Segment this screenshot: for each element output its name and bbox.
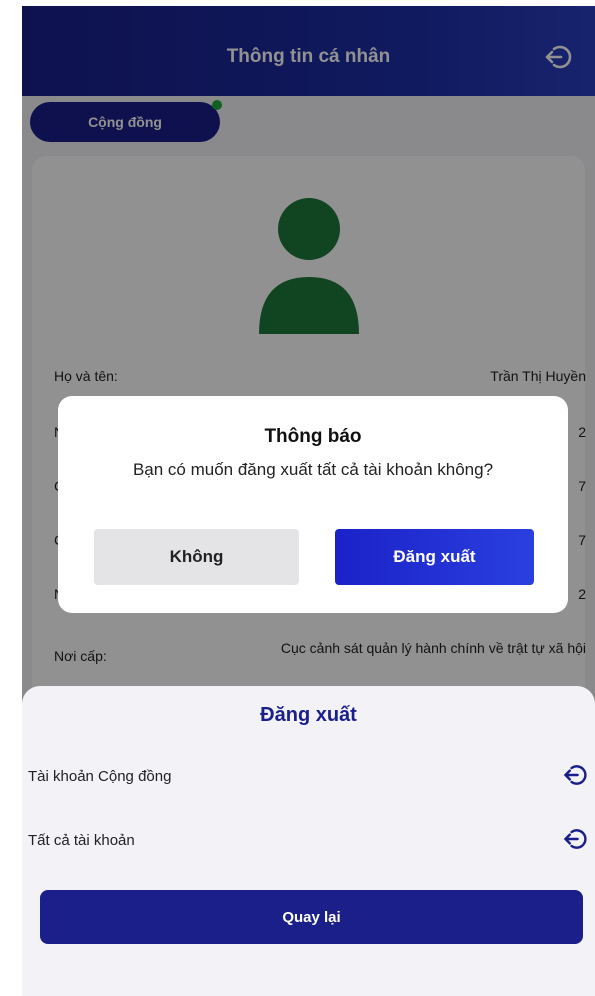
back-button[interactable]: Quay lại bbox=[40, 890, 583, 944]
confirm-button-label: Đăng xuất bbox=[393, 547, 476, 566]
logout-community-account[interactable]: Tài khoản Cộng đồng bbox=[28, 762, 588, 792]
cancel-button-label: Không bbox=[169, 547, 224, 566]
logout-icon bbox=[564, 765, 587, 785]
logout-icon bbox=[564, 829, 587, 849]
back-button-label: Quay lại bbox=[282, 908, 341, 926]
dialog-message: Bạn có muốn đăng xuất tất cả tài khoản k… bbox=[132, 460, 494, 479]
sheet-item-label: Tài khoản Cộng đồng bbox=[28, 768, 172, 785]
logout-all-accounts[interactable]: Tất cả tài khoản bbox=[28, 826, 588, 856]
logout-confirm-dialog: Thông báo Bạn có muốn đăng xuất tất cả t… bbox=[58, 396, 568, 613]
sheet-title: Đăng xuất bbox=[260, 704, 357, 726]
sheet-item-label: Tất cả tài khoản bbox=[28, 832, 135, 849]
logout-sheet: Đăng xuất Tài khoản Cộng đồng Tất cả tài… bbox=[22, 686, 595, 996]
dialog-title: Thông báo bbox=[264, 426, 362, 447]
cancel-button[interactable]: Không bbox=[94, 529, 299, 585]
confirm-logout-button[interactable]: Đăng xuất bbox=[335, 529, 534, 585]
profile-screen: Thông tin cá nhân Cộng đồng Họ và tên: T… bbox=[22, 6, 595, 996]
